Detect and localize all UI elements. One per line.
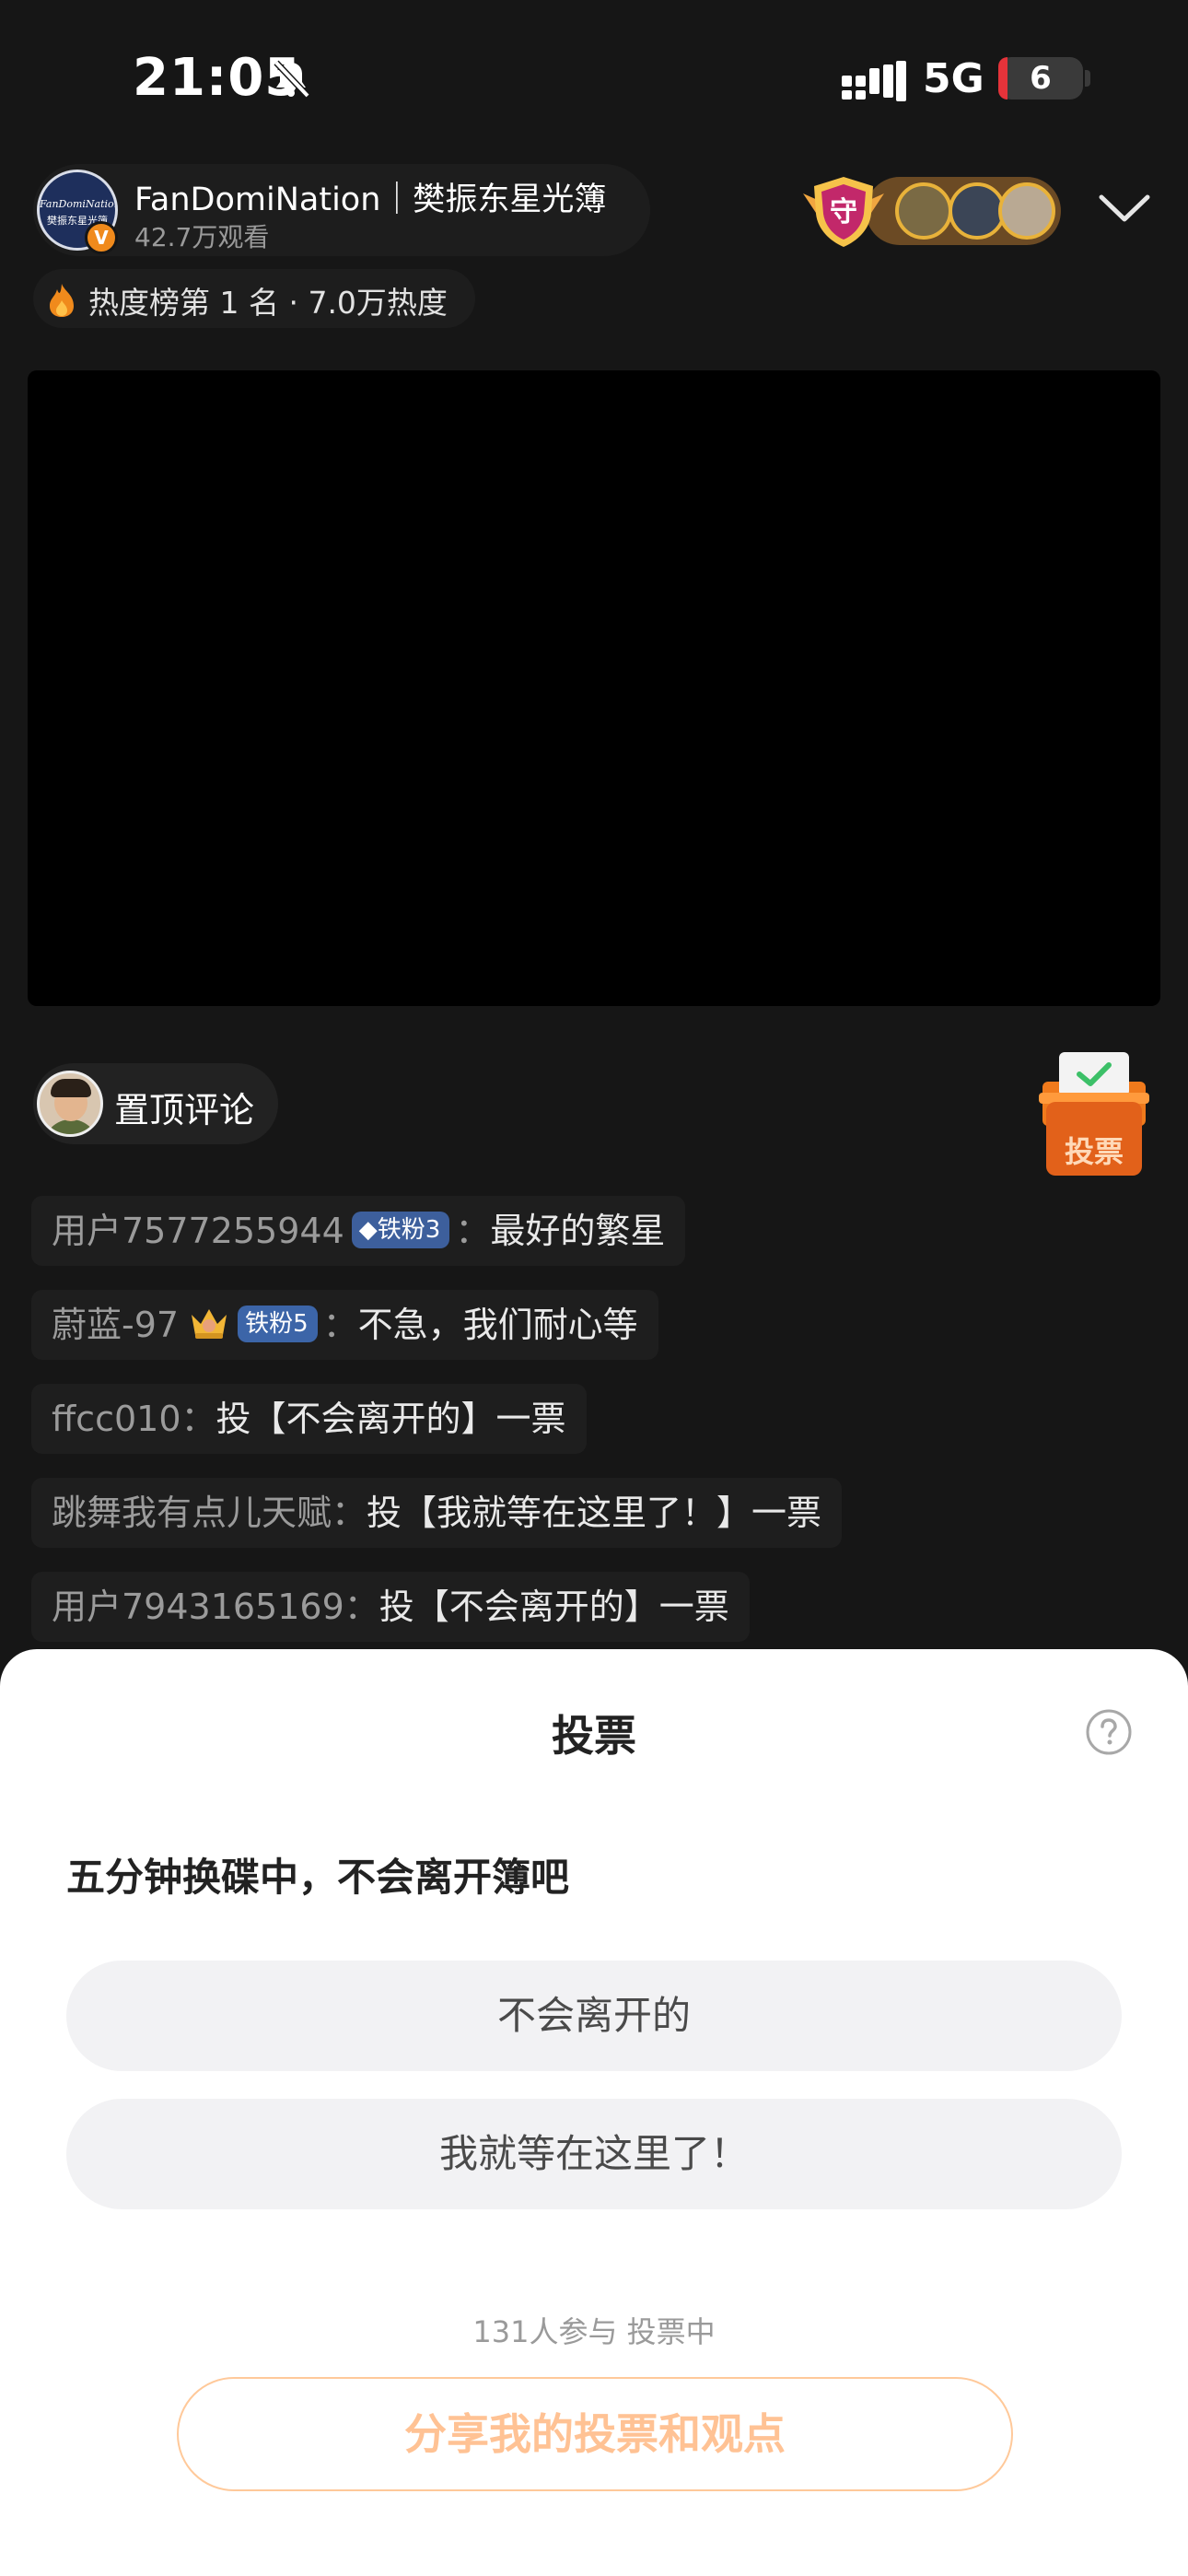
heat-rank-text: 热度榜第 1 名 · 7.0万热度 xyxy=(88,285,448,321)
chat-username[interactable]: 跳舞我有点儿天赋 xyxy=(52,1493,332,1533)
fire-icon xyxy=(50,284,74,317)
vote-sheet-title: 投票 xyxy=(552,1711,636,1761)
guard-shield-icon[interactable]: 守 xyxy=(799,173,888,249)
vote-entry-label[interactable]: 投票 xyxy=(1041,1130,1147,1174)
chat-username[interactable]: 用户7943165169 xyxy=(52,1587,344,1627)
help-icon[interactable] xyxy=(1085,1708,1133,1756)
chat-text: 投【我就等在这里了！】一票 xyxy=(367,1493,822,1533)
avatar-hair xyxy=(51,1079,91,1097)
pinned-comment-avatar xyxy=(37,1071,103,1137)
fan-level-badge: ◆铁粉3 xyxy=(351,1212,450,1248)
chat-username[interactable]: 用户7577255944 xyxy=(52,1211,344,1251)
audience-avatar[interactable] xyxy=(998,182,1055,240)
chat-message[interactable]: 用户7577255944 ◆铁粉3 ：最好的繁星 xyxy=(31,1196,686,1266)
chat-username[interactable]: ffcc010 xyxy=(52,1399,181,1439)
host-name[interactable]: FanDomiNation｜樊振东星光簿 xyxy=(134,173,606,220)
vote-option-button[interactable]: 不会离开的 xyxy=(66,1961,1122,2071)
chat-username[interactable]: 蔚蓝-97 xyxy=(52,1305,179,1345)
chat-text: 不急，我们耐心等 xyxy=(357,1305,638,1345)
cellular-signal-icon xyxy=(842,61,906,101)
chat-message[interactable]: ffcc010：投【不会离开的】一票 xyxy=(31,1384,587,1454)
chat-message[interactable]: 蔚蓝-97 铁粉5 ：不急，我们耐心等 xyxy=(31,1290,658,1360)
vote-stats: 131人参与 投票中 xyxy=(472,2314,716,2349)
viewer-count: 42.7万观看 xyxy=(134,222,270,252)
chat-separator: ： xyxy=(322,1305,358,1345)
chat-text: 投【不会离开的】一票 xyxy=(379,1587,729,1627)
chat-separator: ： xyxy=(455,1211,491,1251)
vote-question: 五分钟换碟中，不会离开簿吧 xyxy=(66,1855,570,1900)
battery-cap xyxy=(1085,70,1090,87)
network-type: 5G xyxy=(923,55,984,102)
chat-message[interactable]: 跳舞我有点儿天赋：投【我就等在这里了！】一票 xyxy=(31,1478,843,1548)
fan-level-badge: 铁粉5 xyxy=(238,1306,318,1342)
guard-badge-text: 守 xyxy=(830,196,857,228)
chat-text: 投【不会离开的】一票 xyxy=(215,1399,566,1439)
chevron-down-icon[interactable] xyxy=(1096,190,1153,227)
battery-level: 6 xyxy=(1030,60,1052,97)
chat-separator: ： xyxy=(332,1493,367,1533)
chat-separator: ： xyxy=(344,1587,379,1627)
vote-option-button[interactable]: 我就等在这里了！ xyxy=(66,2099,1122,2209)
avatar-logo-text: FanDomiNation xyxy=(40,198,118,210)
battery-indicator: 6 xyxy=(998,57,1083,100)
verified-badge-icon: V xyxy=(85,221,118,254)
chat-text: 最好的繁星 xyxy=(490,1211,666,1251)
pinned-comment-label: 置顶评论 xyxy=(114,1090,255,1130)
audience-avatar[interactable] xyxy=(949,182,1006,240)
video-player[interactable] xyxy=(28,370,1160,1006)
crown-icon xyxy=(192,1309,227,1339)
chat-separator: ： xyxy=(181,1399,216,1439)
audience-avatar[interactable] xyxy=(895,182,952,240)
status-bar: 21:05 5G 6 xyxy=(0,0,1188,166)
chat-message[interactable]: 用户7943165169：投【不会离开的】一票 xyxy=(31,1572,750,1642)
bell-slash-icon xyxy=(274,60,310,99)
share-vote-button[interactable]: 分享我的投票和观点 xyxy=(177,2377,1013,2491)
